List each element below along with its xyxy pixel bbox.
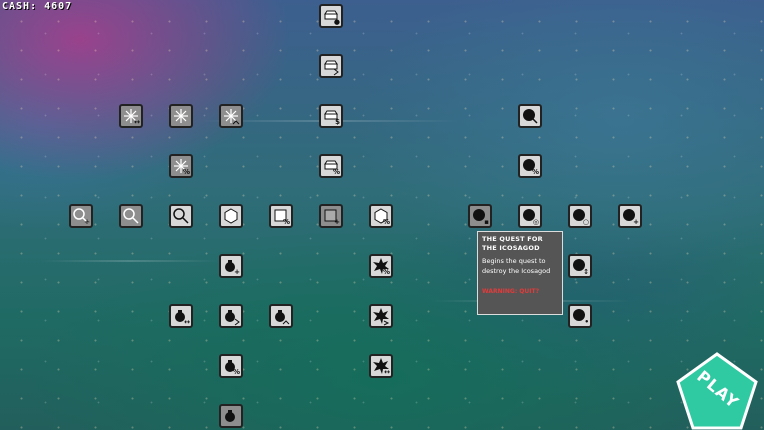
upgrade-node-square-1[interactable]: % xyxy=(269,204,293,228)
magnifier-icon xyxy=(123,208,139,224)
upgrade-node-sparkle-3[interactable] xyxy=(219,104,243,128)
plus-icon: + xyxy=(334,218,340,226)
dollar-icon: $ xyxy=(335,118,340,126)
upgrade-node-sparkle-4[interactable]: % xyxy=(169,154,193,178)
upgrade-node-burst-1[interactable]: % xyxy=(369,254,393,278)
percent-icon: % xyxy=(382,268,390,276)
arrows-icon: ↔ xyxy=(134,118,140,126)
upgrade-node-gold-bar-3[interactable]: $ xyxy=(319,104,343,128)
gold-bar-icon xyxy=(324,60,339,76)
upgrade-node-bomb-4[interactable] xyxy=(269,304,293,328)
upgrade-node-orb-1[interactable] xyxy=(518,104,542,128)
arrows-icon: ↕ xyxy=(583,268,589,276)
cash-counter: CASH: 4607 xyxy=(2,1,73,12)
dot-icon: • xyxy=(584,318,589,326)
upgrade-node-magnifier-1[interactable]: + xyxy=(69,204,93,228)
percent-icon: % xyxy=(531,168,539,176)
upgrade-node-bomb-3[interactable] xyxy=(219,304,243,328)
upgrade-node-gold-bar-4[interactable]: % xyxy=(319,154,343,178)
percent-icon: % xyxy=(332,168,340,176)
plus-icon: + xyxy=(84,218,90,226)
arrows-icon: ↔ xyxy=(384,368,390,376)
upgrade-node-gold-bar[interactable]: ● xyxy=(319,4,343,28)
upgrade-node-orb-6[interactable]: ↕ xyxy=(568,254,592,278)
hexagon-icon xyxy=(224,208,238,224)
upgrade-node-orb-3[interactable]: ◎ xyxy=(518,204,542,228)
upgrade-node-icosagod-quest[interactable]: ▪ xyxy=(468,204,492,228)
upgrade-node-bomb-5[interactable]: % xyxy=(219,354,243,378)
bomb-icon xyxy=(275,310,290,325)
play-button[interactable]: PLAY xyxy=(676,352,758,430)
tooltip-title: THE QUEST FOR THE ICOSAGOD xyxy=(482,235,543,252)
upgrade-node-hexagon-2[interactable]: % xyxy=(369,204,393,228)
tooltip-warning: WARNING: QUIT? xyxy=(482,288,540,295)
upgrade-node-orb-7[interactable]: • xyxy=(568,304,592,328)
percent-icon: % xyxy=(232,368,240,376)
upgrade-node-sparkle-1[interactable]: ↔ xyxy=(119,104,143,128)
upgrade-node-hexagon-1[interactable] xyxy=(219,204,243,228)
upgrade-node-square-2[interactable]: + xyxy=(319,204,343,228)
upgrade-node-orb-5[interactable]: + xyxy=(618,204,642,228)
upgrade-node-magnifier-3[interactable] xyxy=(169,204,193,228)
bomb-icon xyxy=(225,310,240,326)
bomb-icon xyxy=(225,410,235,422)
magnifier-icon xyxy=(173,208,189,224)
upgrade-node-sparkle-2[interactable] xyxy=(169,104,193,128)
upgrade-node-bomb-6[interactable] xyxy=(219,404,243,428)
ring-icon: ○ xyxy=(582,218,589,226)
light-streak xyxy=(40,260,220,262)
plus-icon: + xyxy=(234,268,240,276)
target-icon: ◎ xyxy=(532,218,539,226)
upgrade-node-magnifier-2[interactable] xyxy=(119,204,143,228)
orb-icon xyxy=(523,109,538,124)
upgrade-node-burst-3[interactable]: ↔ xyxy=(369,354,393,378)
plus-icon: + xyxy=(633,218,639,226)
explosion-icon xyxy=(373,308,390,326)
arrows-icon: ↔ xyxy=(184,318,190,326)
upgrade-tooltip: THE QUEST FOR THE ICOSAGOD Begins the qu… xyxy=(477,231,563,315)
percent-icon: % xyxy=(282,218,290,226)
upgrade-node-gold-bar-2[interactable] xyxy=(319,54,343,78)
upgrade-node-burst-2[interactable] xyxy=(369,304,393,328)
upgrade-node-bomb-2[interactable]: ↔ xyxy=(169,304,193,328)
sparkle-icon xyxy=(174,109,188,123)
sparkle-icon xyxy=(224,109,240,125)
tooltip-description: Begins the quest to destroy the Icosagod xyxy=(482,257,551,275)
percent-icon: % xyxy=(182,168,190,176)
upgrade-node-bomb-1[interactable]: + xyxy=(219,254,243,278)
upgrade-node-orb-2[interactable]: % xyxy=(518,154,542,178)
lock-icon: ▪ xyxy=(484,218,489,226)
percent-icon: % xyxy=(382,218,390,226)
coin-icon: ● xyxy=(333,18,340,26)
upgrade-node-orb-4[interactable]: ○ xyxy=(568,204,592,228)
